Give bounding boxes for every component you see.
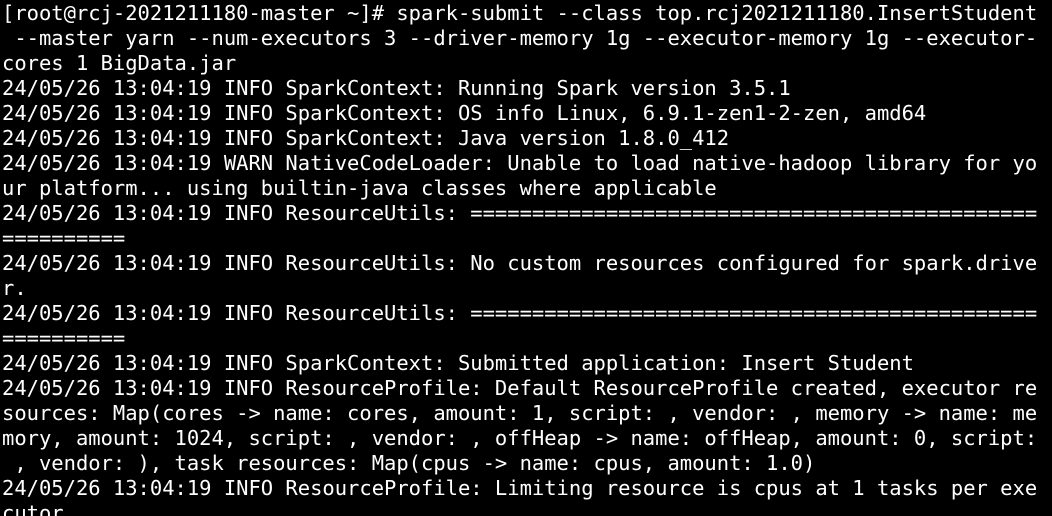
terminal-line: 24/05/26 13:04:19 INFO ResourceProfile: … — [2, 476, 1038, 500]
terminal-line: , vendor: ), task resources: Map(cpus ->… — [2, 451, 816, 475]
terminal-line: 24/05/26 13:04:19 INFO SparkContext: Sub… — [2, 351, 914, 375]
terminal-line: ur platform... using builtin-java classe… — [2, 176, 717, 200]
terminal-line: r. — [2, 276, 27, 300]
terminal-line: sources: Map(cores -> name: cores, amoun… — [2, 401, 1038, 425]
terminal-output[interactable]: [root@rcj-2021211180-master ~]# spark-su… — [0, 0, 1052, 516]
terminal-line: ========== — [2, 326, 126, 350]
terminal-line: mory, amount: 1024, script: , vendor: , … — [2, 426, 1038, 450]
terminal-line: cores 1 BigData.jar — [2, 51, 237, 75]
terminal-line: 24/05/26 13:04:19 INFO ResourceUtils: ==… — [2, 201, 1038, 225]
terminal-line: 24/05/26 13:04:19 INFO SparkContext: Run… — [2, 76, 791, 100]
terminal-line: 24/05/26 13:04:19 INFO SparkContext: OS … — [2, 101, 927, 125]
terminal-line: --master yarn --num-executors 3 --driver… — [2, 26, 1038, 50]
terminal-line: 24/05/26 13:04:19 INFO ResourceUtils: No… — [2, 251, 1038, 275]
terminal-line: cutor — [2, 501, 64, 516]
terminal-line: 24/05/26 13:04:19 INFO ResourceUtils: ==… — [2, 301, 1038, 325]
terminal-line-warn: 24/05/26 13:04:19 WARN NativeCodeLoader:… — [2, 151, 1038, 175]
terminal-line: ========== — [2, 226, 126, 250]
terminal-line: 24/05/26 13:04:19 INFO SparkContext: Jav… — [2, 126, 730, 150]
terminal-line: 24/05/26 13:04:19 INFO ResourceProfile: … — [2, 376, 1038, 400]
terminal-line-prompt: [root@rcj-2021211180-master ~]# spark-su… — [2, 1, 1038, 25]
